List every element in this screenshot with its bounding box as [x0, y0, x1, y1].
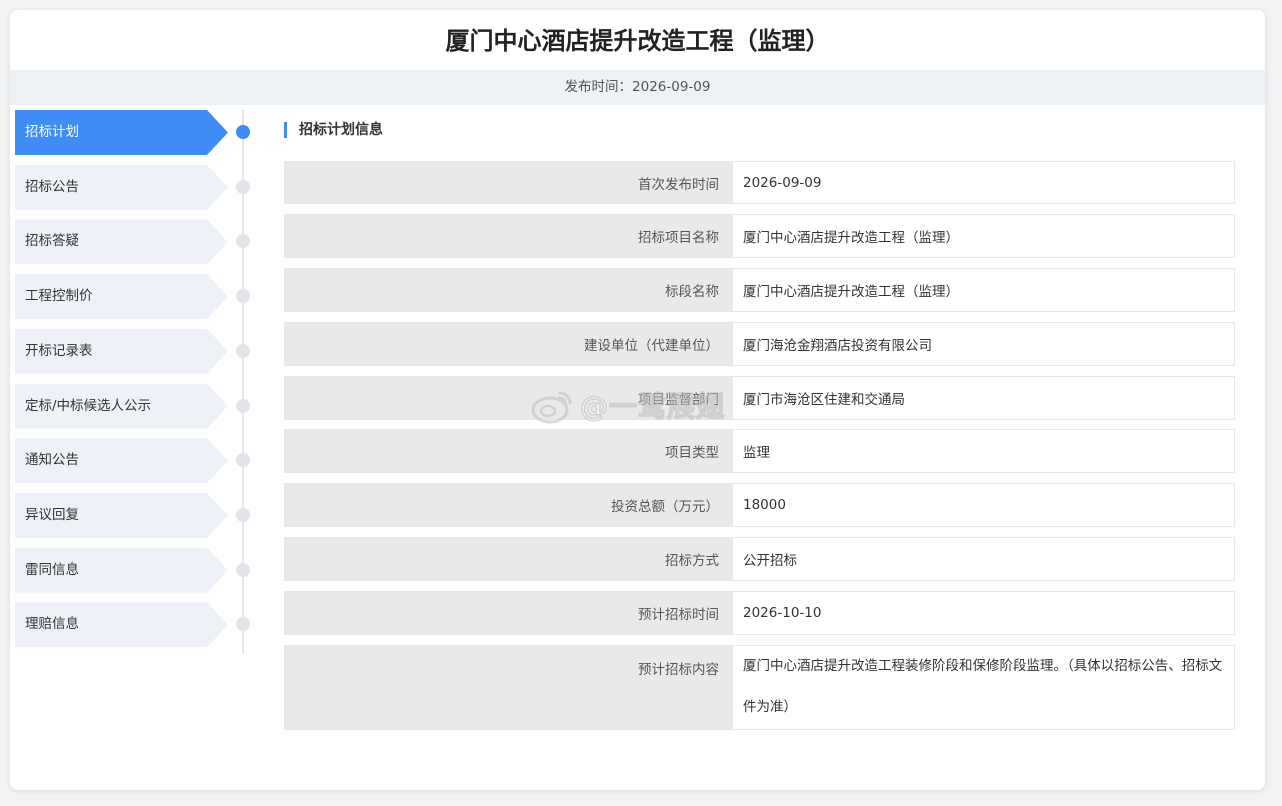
nav-item-7[interactable]: 异议回复 [15, 492, 255, 538]
nav-item-label: 招标公告 [15, 164, 228, 210]
info-row: 招标项目名称 厦门中心酒店提升改造工程（监理） [284, 214, 1235, 258]
step-dot [236, 453, 250, 468]
step-dot [236, 562, 250, 577]
info-row-value: 2026-09-09 [733, 162, 1234, 203]
info-row: 招标方式 公开招标 [284, 537, 1235, 581]
nav-item-0[interactable]: 招标计划 [15, 110, 255, 155]
info-row-label: 招标项目名称 [285, 215, 733, 257]
nav-item-4[interactable]: 开标记录表 [15, 328, 255, 374]
publish-date: 2026-09-09 [632, 79, 711, 95]
nav-item-label: 开标记录表 [15, 328, 228, 374]
info-row-value: 厦门中心酒店提升改造工程（监理） [733, 215, 1234, 257]
info-row-label: 建设单位（代建单位） [285, 323, 733, 365]
info-row-value: 厦门市海沧区住建和交通局 [733, 377, 1234, 419]
step-dot [236, 398, 250, 413]
nav-item-label: 定标/中标候选人公示 [15, 383, 228, 429]
info-row-label: 投资总额（万元） [285, 484, 733, 526]
nav-item-label: 通知公告 [15, 438, 228, 484]
info-row-value: 厦门中心酒店提升改造工程（监理） [733, 269, 1234, 311]
info-row-label: 首次发布时间 [285, 162, 733, 203]
nav-item-6[interactable]: 通知公告 [15, 438, 255, 484]
info-row-value: 公开招标 [733, 538, 1234, 580]
step-dot [236, 125, 250, 139]
info-row-label: 标段名称 [285, 269, 733, 311]
nav-item-8[interactable]: 雷同信息 [15, 547, 255, 593]
page-title: 厦门中心酒店提升改造工程（监理） [445, 27, 830, 55]
nav-item-2[interactable]: 招标答疑 [15, 219, 255, 265]
section-title: 招标计划信息 [284, 122, 383, 138]
step-dot [236, 179, 250, 194]
step-dot [236, 234, 250, 249]
info-row-value: 2026-10-10 [733, 592, 1234, 634]
info-row: 首次发布时间 2026-09-09 [284, 161, 1235, 204]
publish-label: 发布时间： [564, 79, 633, 95]
step-dot [236, 289, 250, 304]
info-row: 项目类型 监理 [284, 429, 1235, 473]
info-row: 投资总额（万元） 18000 [284, 483, 1235, 527]
publish-bar: 发布时间：2026-09-09 [10, 70, 1265, 105]
info-row-label: 项目类型 [285, 430, 733, 472]
nav-item-5[interactable]: 定标/中标候选人公示 [15, 383, 255, 429]
nav-item-label: 异议回复 [15, 492, 228, 538]
info-row-value: 18000 [733, 484, 1234, 526]
nav-item-label: 工程控制价 [15, 274, 228, 320]
info-row-value: 厦门海沧金翔酒店投资有限公司 [733, 323, 1234, 365]
info-row-value: 厦门中心酒店提升改造工程装修阶段和保修阶段监理。（具体以招标公告、招标文件为准） [733, 646, 1234, 729]
info-row: 建设单位（代建单位） 厦门海沧金翔酒店投资有限公司 [284, 322, 1235, 366]
step-nav: 招标计划招标公告招标答疑工程控制价开标记录表定标/中标候选人公示 通知公告异议回复… [15, 110, 255, 670]
nav-item-label: 雷同信息 [15, 547, 228, 593]
step-dot [236, 343, 250, 358]
info-row: 标段名称 厦门中心酒店提升改造工程（监理） [284, 268, 1235, 312]
nav-item-label: 理赔信息 [15, 602, 228, 648]
info-row-value: 监理 [733, 430, 1234, 472]
nav-item-3[interactable]: 工程控制价 [15, 274, 255, 320]
info-row: 预计招标时间 2026-10-10 [284, 591, 1235, 635]
info-row: 预计招标内容 厦门中心酒店提升改造工程装修阶段和保修阶段监理。（具体以招标公告、招… [284, 645, 1235, 730]
nav-item-label: 招标答疑 [15, 219, 228, 265]
info-row-label: 招标方式 [285, 538, 733, 580]
info-row: 项目监督部门 厦门市海沧区住建和交通局 [284, 376, 1235, 420]
step-dot [236, 617, 250, 632]
nav-item-9[interactable]: 理赔信息 [15, 602, 255, 648]
info-row-label: 预计招标内容 [285, 646, 733, 729]
info-row-label: 项目监督部门 [285, 377, 733, 419]
info-row-label: 预计招标时间 [285, 592, 733, 634]
nav-item-label: 招标计划 [15, 110, 228, 155]
step-dot [236, 507, 250, 522]
nav-item-1[interactable]: 招标公告 [15, 164, 255, 210]
